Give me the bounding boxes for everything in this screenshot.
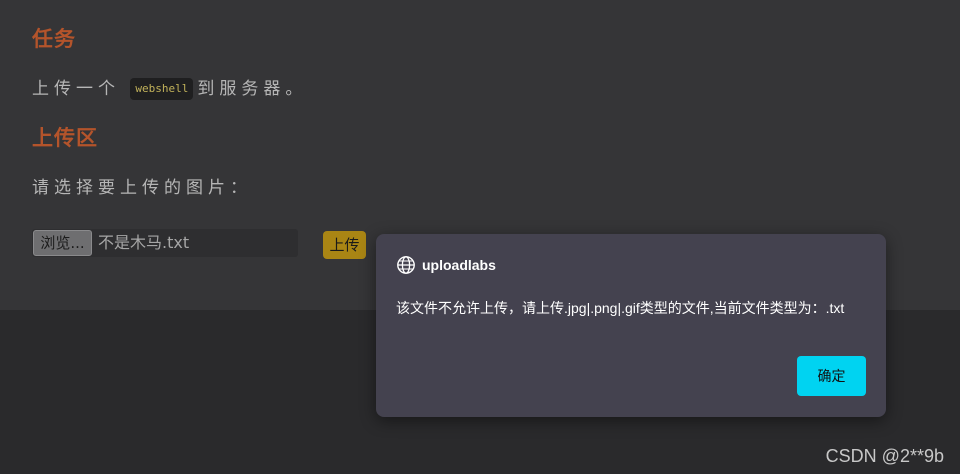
- selected-file-name: 不是木马.txt: [98, 233, 190, 252]
- task-text-after: 到服务器。: [197, 79, 308, 99]
- upload-heading: 上传区: [32, 126, 98, 150]
- select-prompt: 请选择要上传的图片：: [32, 178, 252, 198]
- dialog-message: 该文件不允许上传，请上传.jpg|.png|.gif类型的文件,当前文件类型为：…: [396, 300, 845, 316]
- upload-button[interactable]: 上传: [323, 231, 366, 259]
- task-description: 上传一个 webshell 到服务器。: [32, 76, 307, 102]
- webshell-code: webshell: [130, 78, 194, 100]
- dialog-title: uploadlabs: [422, 257, 496, 273]
- browse-button[interactable]: 浏览...: [33, 230, 92, 256]
- watermark: CSDN @2**9b: [825, 446, 944, 466]
- ok-button[interactable]: 确定: [797, 356, 866, 396]
- file-input[interactable]: 浏览... 不是木马.txt: [32, 229, 298, 257]
- task-text-before: 上传一个: [32, 79, 120, 99]
- dialog-header: uploadlabs: [396, 254, 496, 276]
- task-heading: 任务: [32, 27, 76, 51]
- globe-icon: [396, 255, 416, 275]
- alert-dialog: uploadlabs 该文件不允许上传，请上传.jpg|.png|.gif类型的…: [376, 234, 886, 417]
